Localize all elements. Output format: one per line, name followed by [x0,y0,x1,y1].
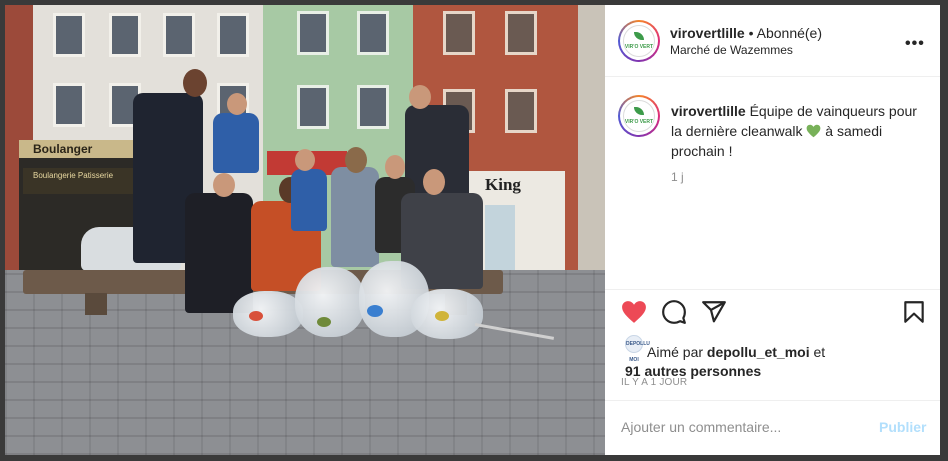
litter [435,311,449,321]
litter [249,311,263,321]
caption-username[interactable]: virovertlille [671,103,746,119]
person-head [213,173,235,197]
header-user-line: virovertlille • Abonné(e) [670,25,822,41]
username-link[interactable]: virovertlille [670,25,745,41]
person-head [183,69,207,97]
person-head [409,85,431,109]
heart-icon[interactable] [621,299,647,325]
post-header: VIR'O VERT virovertlille • Abonné(e) Mar… [605,5,940,77]
profile-avatar[interactable]: VIR'O VERT [618,20,660,62]
green-heart-icon [807,124,821,138]
caption-avatar[interactable]: VIR'O VERT [618,95,660,137]
comment-divider [605,400,940,401]
location-link[interactable]: Marché de Wazemmes [670,43,793,57]
person [213,113,259,173]
share-icon[interactable] [701,299,727,325]
actions-divider [605,289,940,290]
publish-button[interactable]: Publier [879,419,926,435]
bench-leg [85,293,107,315]
more-icon[interactable]: ••• [905,35,925,53]
person-head [423,169,445,195]
post-details-panel: VIR'O VERT virovertlille • Abonné(e) Mar… [605,5,940,455]
liker-avatar[interactable]: DEPOLLU MOI [625,335,650,363]
person-head [385,155,405,179]
trash-bag [295,267,365,337]
shop-sign: Boulanger [19,140,139,158]
separator: • [744,25,757,41]
caption-timestamp[interactable]: 1 j [671,170,684,184]
person [331,167,379,267]
shop-door [485,205,515,271]
person-head [295,149,315,171]
post-photo[interactable]: Boulanger Boulangerie Patisserie King [5,5,605,455]
shop-sign: Boulangerie Patisserie [23,168,135,194]
likes-summary: DEPOLLU MOI Aimé par depollu_et_moi et 91… [625,335,825,380]
litter [367,305,383,317]
follow-status[interactable]: Abonné(e) [757,25,822,41]
liker-username[interactable]: depollu_et_moi [707,344,810,360]
liked-by-prefix: Aimé par [647,344,707,360]
comment-icon[interactable] [661,299,687,325]
trash-bag [233,291,303,337]
person [185,193,253,313]
bookmark-icon[interactable] [901,299,927,325]
avatar-logo-text: VIR'O VERT [624,119,654,125]
person-head [345,147,367,173]
person [291,169,327,231]
post-caption: virovertlille Équipe de vainqueurs pour … [671,101,921,161]
person-head [227,93,247,115]
post-timestamp[interactable]: IL Y A 1 JOUR [621,377,687,388]
building [578,5,605,270]
litter [317,317,331,327]
comment-input[interactable] [621,419,861,435]
avatar-logo-text: VIR'O VERT [624,44,654,50]
liked-by-and: et [809,344,826,360]
